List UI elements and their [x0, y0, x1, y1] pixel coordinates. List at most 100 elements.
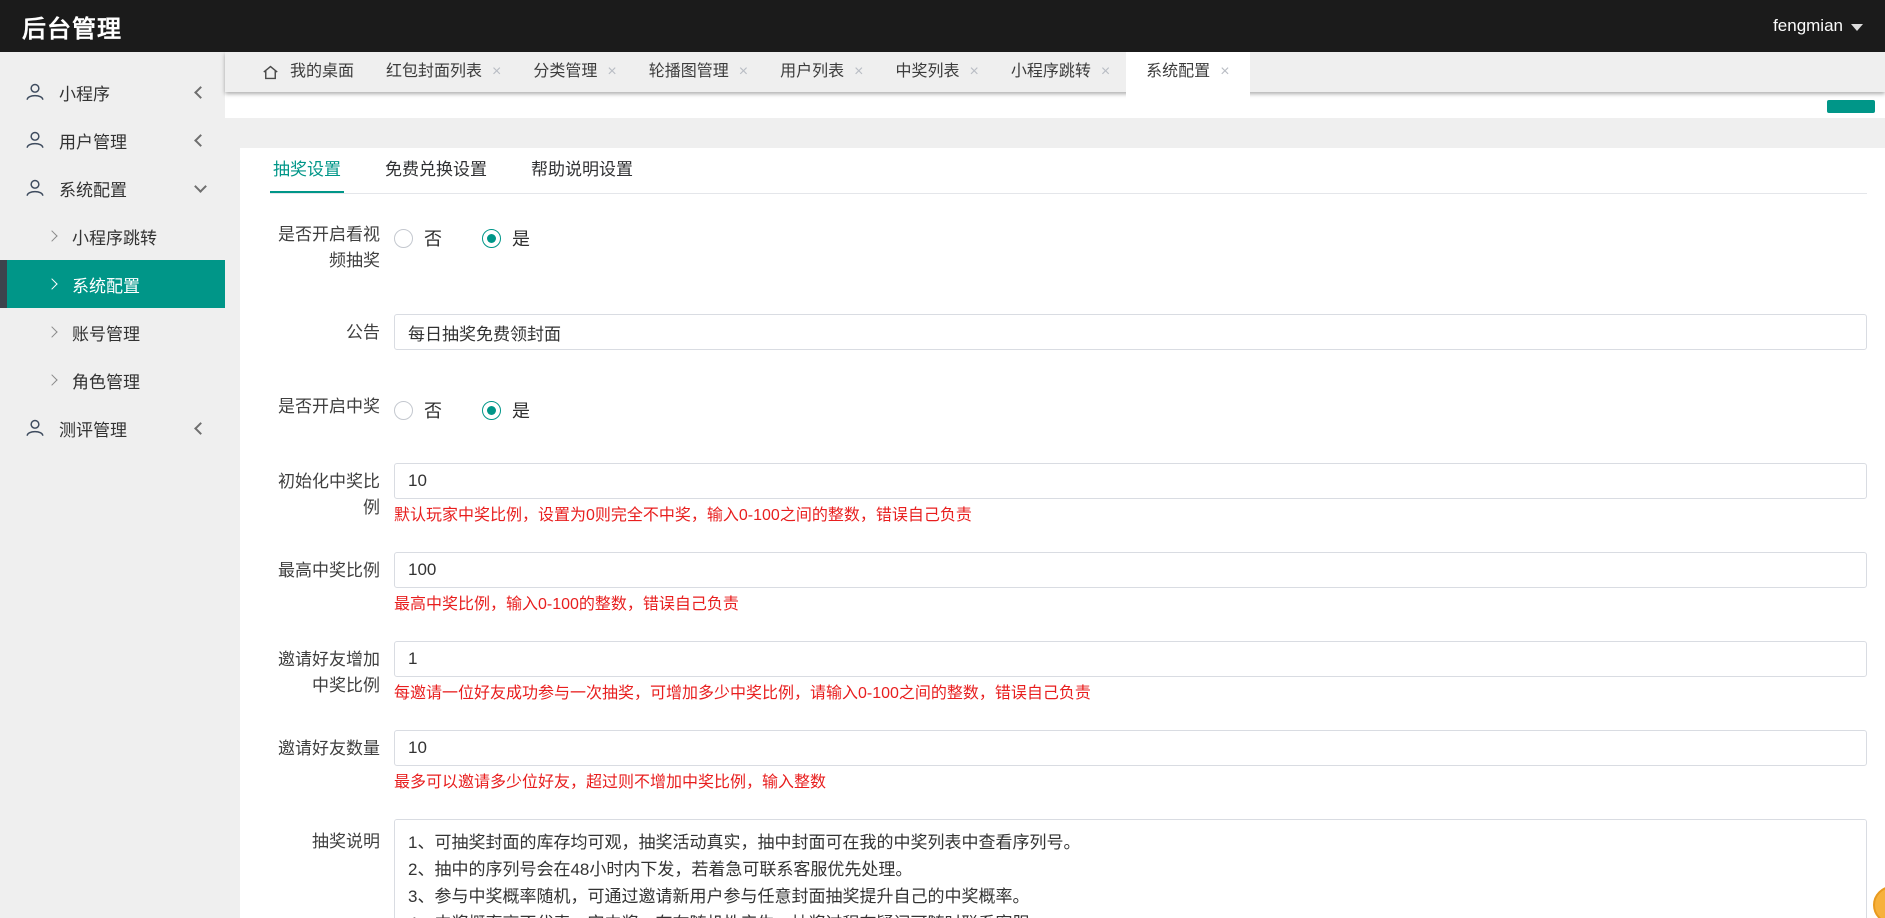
- video-lottery-radio-group: 否 是: [394, 222, 1867, 251]
- sidebar-item-review-mgmt[interactable]: 测评管理: [0, 404, 225, 452]
- tab-carousel-mgmt[interactable]: 轮播图管理 ×: [633, 52, 764, 92]
- home-icon: [263, 65, 278, 79]
- form-row-description: 抽奖说明 1、可抽奖封面的库存均可观，抽奖活动真实，抽中封面可在我的中奖列表中查…: [270, 819, 1867, 918]
- radio-circle-icon: [482, 400, 501, 420]
- form-row-video-lottery: 是否开启看视频抽奖 否 是: [270, 222, 1867, 274]
- toolbar-mini-button[interactable]: [1827, 100, 1875, 113]
- init-ratio-input[interactable]: [394, 463, 1867, 499]
- chevron-left-icon: [194, 421, 207, 435]
- content-card: 抽奖设置 免费兑换设置 帮助说明设置 是否开启看视频抽奖 否 是 公告 每日抽奖…: [240, 148, 1885, 918]
- tab-winner-list[interactable]: 中奖列表 ×: [879, 52, 994, 92]
- radio-circle-icon: [482, 228, 501, 248]
- tab-label: 系统配置: [1146, 63, 1211, 80]
- workspace-tabstrip: 我的桌面 红包封面列表 × 分类管理 × 轮播图管理 × 用户列表 × 中奖列表…: [225, 52, 1885, 118]
- sidebar-item-label: 账号管理: [72, 324, 140, 344]
- sidebar-item-label: 角色管理: [72, 372, 140, 392]
- radio-label: 否: [424, 229, 442, 249]
- form-row-notice: 公告: [270, 314, 1867, 350]
- radio-label: 否: [424, 401, 442, 421]
- sidebar-item-label: 小程序跳转: [72, 228, 157, 248]
- close-icon[interactable]: ×: [739, 64, 748, 80]
- tab-category-mgmt[interactable]: 分类管理 ×: [517, 52, 632, 92]
- user-icon: [26, 131, 44, 149]
- radio-label: 是: [512, 401, 530, 421]
- close-icon[interactable]: ×: [492, 64, 501, 80]
- field-label: 抽奖说明: [312, 832, 380, 851]
- user-icon: [26, 179, 44, 197]
- close-icon[interactable]: ×: [969, 64, 978, 80]
- sidebar-subitem-account-mgmt[interactable]: 账号管理: [0, 308, 225, 356]
- radio-yes[interactable]: 是: [482, 397, 530, 423]
- chevron-right-icon: [46, 230, 58, 242]
- chevron-right-icon: [46, 326, 58, 338]
- chevron-left-icon: [194, 133, 207, 147]
- user-icon: [26, 83, 44, 101]
- username: fengmian: [1773, 16, 1843, 35]
- chevron-down-icon: [1851, 24, 1863, 31]
- sidebar-item-user-mgmt[interactable]: 用户管理: [0, 116, 225, 164]
- notice-input[interactable]: [394, 314, 1867, 350]
- tab-label: 红包封面列表: [386, 63, 483, 80]
- chevron-right-icon: [46, 374, 58, 386]
- user-icon: [26, 419, 44, 437]
- chevron-down-icon: [194, 179, 207, 193]
- tab-lottery-settings[interactable]: 抽奖设置: [270, 148, 344, 193]
- field-hint: 默认玩家中奖比例，设置为0则完全不中奖，输入0-100之间的整数，错误自己负责: [394, 507, 972, 524]
- form-row-win-enabled: 是否开启中奖 否 是: [270, 394, 1867, 423]
- sidebar-subitem-system-config[interactable]: 系统配置: [0, 260, 225, 308]
- tab-user-list[interactable]: 用户列表 ×: [764, 52, 879, 92]
- tab-label: 用户列表: [780, 63, 845, 80]
- sidebar-item-label: 测评管理: [59, 420, 127, 440]
- field-label: 邀请好友增加中奖比例: [278, 650, 380, 695]
- form-row-init-ratio: 初始化中奖比例 默认玩家中奖比例，设置为0则完全不中奖，输入0-100之间的整数…: [270, 463, 1867, 526]
- chevron-right-icon: [46, 278, 58, 290]
- app-window: 后台管理 fengmian 小程序 用户管理 系统配置 小程序跳转 系统配置 账…: [0, 0, 1885, 918]
- tab-my-desktop[interactable]: 我的桌面: [245, 52, 370, 92]
- lottery-settings-form: 是否开启看视频抽奖 否 是 公告 每日抽奖免费领封面 是否开启中奖 否 是 初始…: [270, 194, 1867, 918]
- tab-label: 中奖列表: [895, 63, 960, 80]
- top-header: 后台管理 fengmian: [0, 0, 1885, 52]
- lottery-description-textarea[interactable]: 1、可抽奖封面的库存均可观，抽奖活动真实，抽中封面可在我的中奖列表中查看序列号。…: [394, 819, 1867, 918]
- form-row-max-ratio: 最高中奖比例 最高中奖比例，输入0-100的整数，错误自己负责: [270, 552, 1867, 615]
- form-row-invite-ratio: 邀请好友增加中奖比例 每邀请一位好友成功参与一次抽奖，可增加多少中奖比例，请输入…: [270, 641, 1867, 704]
- form-row-invite-count: 邀请好友数量 最多可以邀请多少位好友，超过则不增加中奖比例，输入整数: [270, 730, 1867, 793]
- close-icon[interactable]: ×: [1101, 64, 1110, 80]
- field-label: 最高中奖比例: [278, 561, 380, 580]
- radio-circle-icon: [394, 400, 413, 420]
- sidebar-item-label: 系统配置: [59, 180, 127, 200]
- win-enabled-radio-group: 否 是: [394, 394, 1867, 423]
- field-label: 初始化中奖比例: [278, 472, 380, 517]
- field-hint: 每邀请一位好友成功参与一次抽奖，可增加多少中奖比例，请输入0-100之间的整数，…: [394, 685, 1091, 702]
- radio-yes[interactable]: 是: [482, 225, 530, 251]
- sidebar-item-miniprogram[interactable]: 小程序: [0, 68, 225, 116]
- radio-label: 是: [512, 229, 530, 249]
- field-label: 是否开启看视频抽奖: [278, 225, 380, 270]
- sidebar-item-system-config[interactable]: 系统配置: [0, 164, 225, 212]
- invite-count-input[interactable]: [394, 730, 1867, 766]
- tab-label: 分类管理: [533, 63, 598, 80]
- radio-circle-icon: [394, 228, 413, 248]
- tab-redpacket-cover-list[interactable]: 红包封面列表 ×: [370, 52, 517, 92]
- sidebar-item-label: 小程序: [59, 84, 110, 104]
- close-icon[interactable]: ×: [1220, 64, 1229, 80]
- radio-no[interactable]: 否: [394, 397, 442, 423]
- radio-no[interactable]: 否: [394, 225, 442, 251]
- invite-ratio-input[interactable]: [394, 641, 1867, 677]
- tab-label: 小程序跳转: [1010, 63, 1091, 80]
- sidebar-item-label: 用户管理: [59, 132, 127, 152]
- sidebar-subitem-role-mgmt[interactable]: 角色管理: [0, 356, 225, 404]
- close-icon[interactable]: ×: [854, 64, 863, 80]
- tab-help-description-settings[interactable]: 帮助说明设置: [528, 148, 636, 193]
- field-label: 公告: [346, 323, 380, 342]
- user-menu[interactable]: fengmian: [1773, 16, 1863, 36]
- field-hint: 最多可以邀请多少位好友，超过则不增加中奖比例，输入整数: [394, 774, 827, 791]
- sidebar-subitem-miniprogram-jump[interactable]: 小程序跳转: [0, 212, 225, 260]
- tab-system-config[interactable]: 系统配置 ×: [1126, 52, 1250, 118]
- close-icon[interactable]: ×: [607, 64, 616, 80]
- max-ratio-input[interactable]: [394, 552, 1867, 588]
- sidebar-item-label: 系统配置: [72, 276, 140, 296]
- tab-miniprogram-jump[interactable]: 小程序跳转 ×: [995, 52, 1126, 92]
- tab-free-exchange-settings[interactable]: 免费兑换设置: [382, 148, 490, 193]
- tab-label: 我的桌面: [290, 63, 355, 80]
- field-hint: 最高中奖比例，输入0-100的整数，错误自己负责: [394, 596, 739, 613]
